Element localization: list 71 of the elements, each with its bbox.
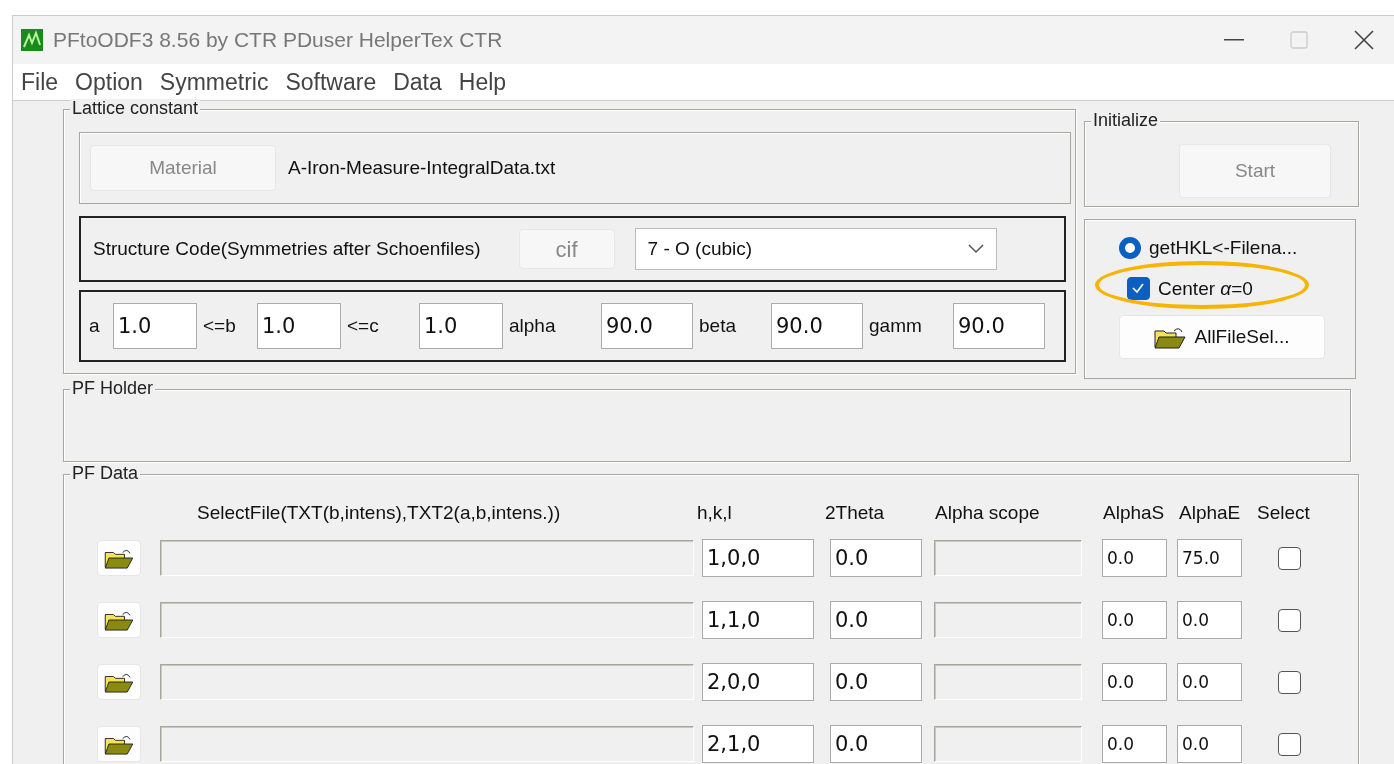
checkbox[interactable] (1278, 608, 1301, 632)
file-name: A-Iron-Measure-IntegralData.txt (288, 155, 556, 180)
alpha-start-field[interactable]: 0.0 (1102, 539, 1167, 577)
open-file-button[interactable] (97, 602, 141, 638)
open-file-button[interactable] (97, 664, 141, 700)
checkbox[interactable] (1278, 732, 1301, 756)
close-icon[interactable] (1354, 30, 1374, 50)
checkbox[interactable] (1278, 546, 1301, 570)
param-label: <=c (346, 313, 380, 338)
all-file-button[interactable]: AllFileSel... (1119, 315, 1325, 359)
menu-item[interactable]: Symmetric (159, 64, 269, 100)
alpha-end-field[interactable]: 0.0 (1177, 601, 1242, 639)
folder-icon (104, 547, 134, 569)
group-label: Lattice constant (70, 99, 201, 117)
option-label: getHKL<-Filena... (1149, 236, 1298, 260)
alpha-end-field[interactable]: 75.0 (1177, 539, 1242, 577)
open-file-button[interactable] (97, 726, 141, 762)
column-header: AlphaS (1103, 500, 1166, 525)
menu-item[interactable]: Software (285, 64, 377, 100)
app-icon (21, 29, 43, 51)
folder-icon (1154, 325, 1187, 349)
chevron-icon (967, 244, 984, 254)
menu-item[interactable]: Help (458, 64, 507, 100)
column-header: h,k,l (697, 500, 733, 525)
param-label: beta (698, 313, 737, 338)
column-header: SelectFile(TXT(b,intens),TXT2(a,b,intens.)) (196, 500, 562, 525)
hkl-field[interactable]: 1,0,0 (702, 539, 814, 577)
param-field[interactable]: 90.0 (953, 303, 1045, 349)
group-label: Initialize (1091, 111, 1161, 129)
folder-icon (104, 733, 134, 755)
two-theta-field[interactable]: 0.0 (830, 663, 922, 701)
two-theta-field[interactable]: 0.0 (830, 539, 922, 577)
checkbox[interactable] (1127, 277, 1150, 301)
column-header: Select (1257, 500, 1311, 525)
two-theta-field[interactable]: 0.0 (830, 601, 922, 639)
param-field[interactable]: 1.0 (419, 303, 503, 349)
window-title: PFtoODF3 8.56 by CTR PDuser HelperTex CTR (53, 27, 503, 54)
group-label: PF Data (70, 464, 141, 482)
column-header: Alpha scope (935, 500, 1041, 525)
minimize-icon[interactable] (1224, 39, 1244, 41)
structure-dropdown[interactable]: 7 - O (cubic) (634, 228, 997, 270)
menu-item[interactable]: Data (393, 64, 442, 100)
alpha-end-field[interactable]: 0.0 (1177, 663, 1242, 701)
param-label: <=b (202, 313, 237, 338)
folder-icon (104, 671, 134, 693)
alpha-start-field[interactable]: 0.0 (1102, 663, 1167, 701)
param-field[interactable]: 90.0 (771, 303, 863, 349)
hkl-field[interactable]: 2,0,0 (702, 663, 814, 701)
folder-icon (104, 609, 134, 631)
open-file-button[interactable] (97, 540, 141, 576)
menu-item[interactable]: Option (75, 64, 143, 100)
alpha-end-field[interactable]: 0.0 (1177, 725, 1242, 763)
two-theta-field[interactable]: 0.0 (830, 725, 922, 763)
radio-button[interactable] (1119, 237, 1141, 260)
param-label: alpha (508, 313, 557, 338)
param-field[interactable]: 90.0 (601, 303, 693, 349)
alpha-start-field[interactable]: 0.0 (1102, 725, 1167, 763)
option-label: Center α=0 (1158, 276, 1253, 301)
alpha-start-field[interactable]: 0.0 (1102, 601, 1167, 639)
column-header: 2Theta (825, 500, 886, 525)
structure-label: Structure Code(Symmetries after Schoenfiles) (93, 236, 481, 261)
group-label: PF Holder (70, 379, 156, 397)
param-label: gamm (868, 313, 923, 338)
checkbox[interactable] (1278, 670, 1301, 694)
menu-item[interactable]: File (21, 64, 59, 100)
param-field[interactable]: 1.0 (113, 303, 197, 349)
hkl-field[interactable]: 2,1,0 (702, 725, 814, 763)
param-field[interactable]: 1.0 (257, 303, 341, 349)
param-label: a (89, 313, 101, 338)
column-header: AlphaE (1179, 500, 1242, 525)
hkl-field[interactable]: 1,1,0 (702, 601, 814, 639)
